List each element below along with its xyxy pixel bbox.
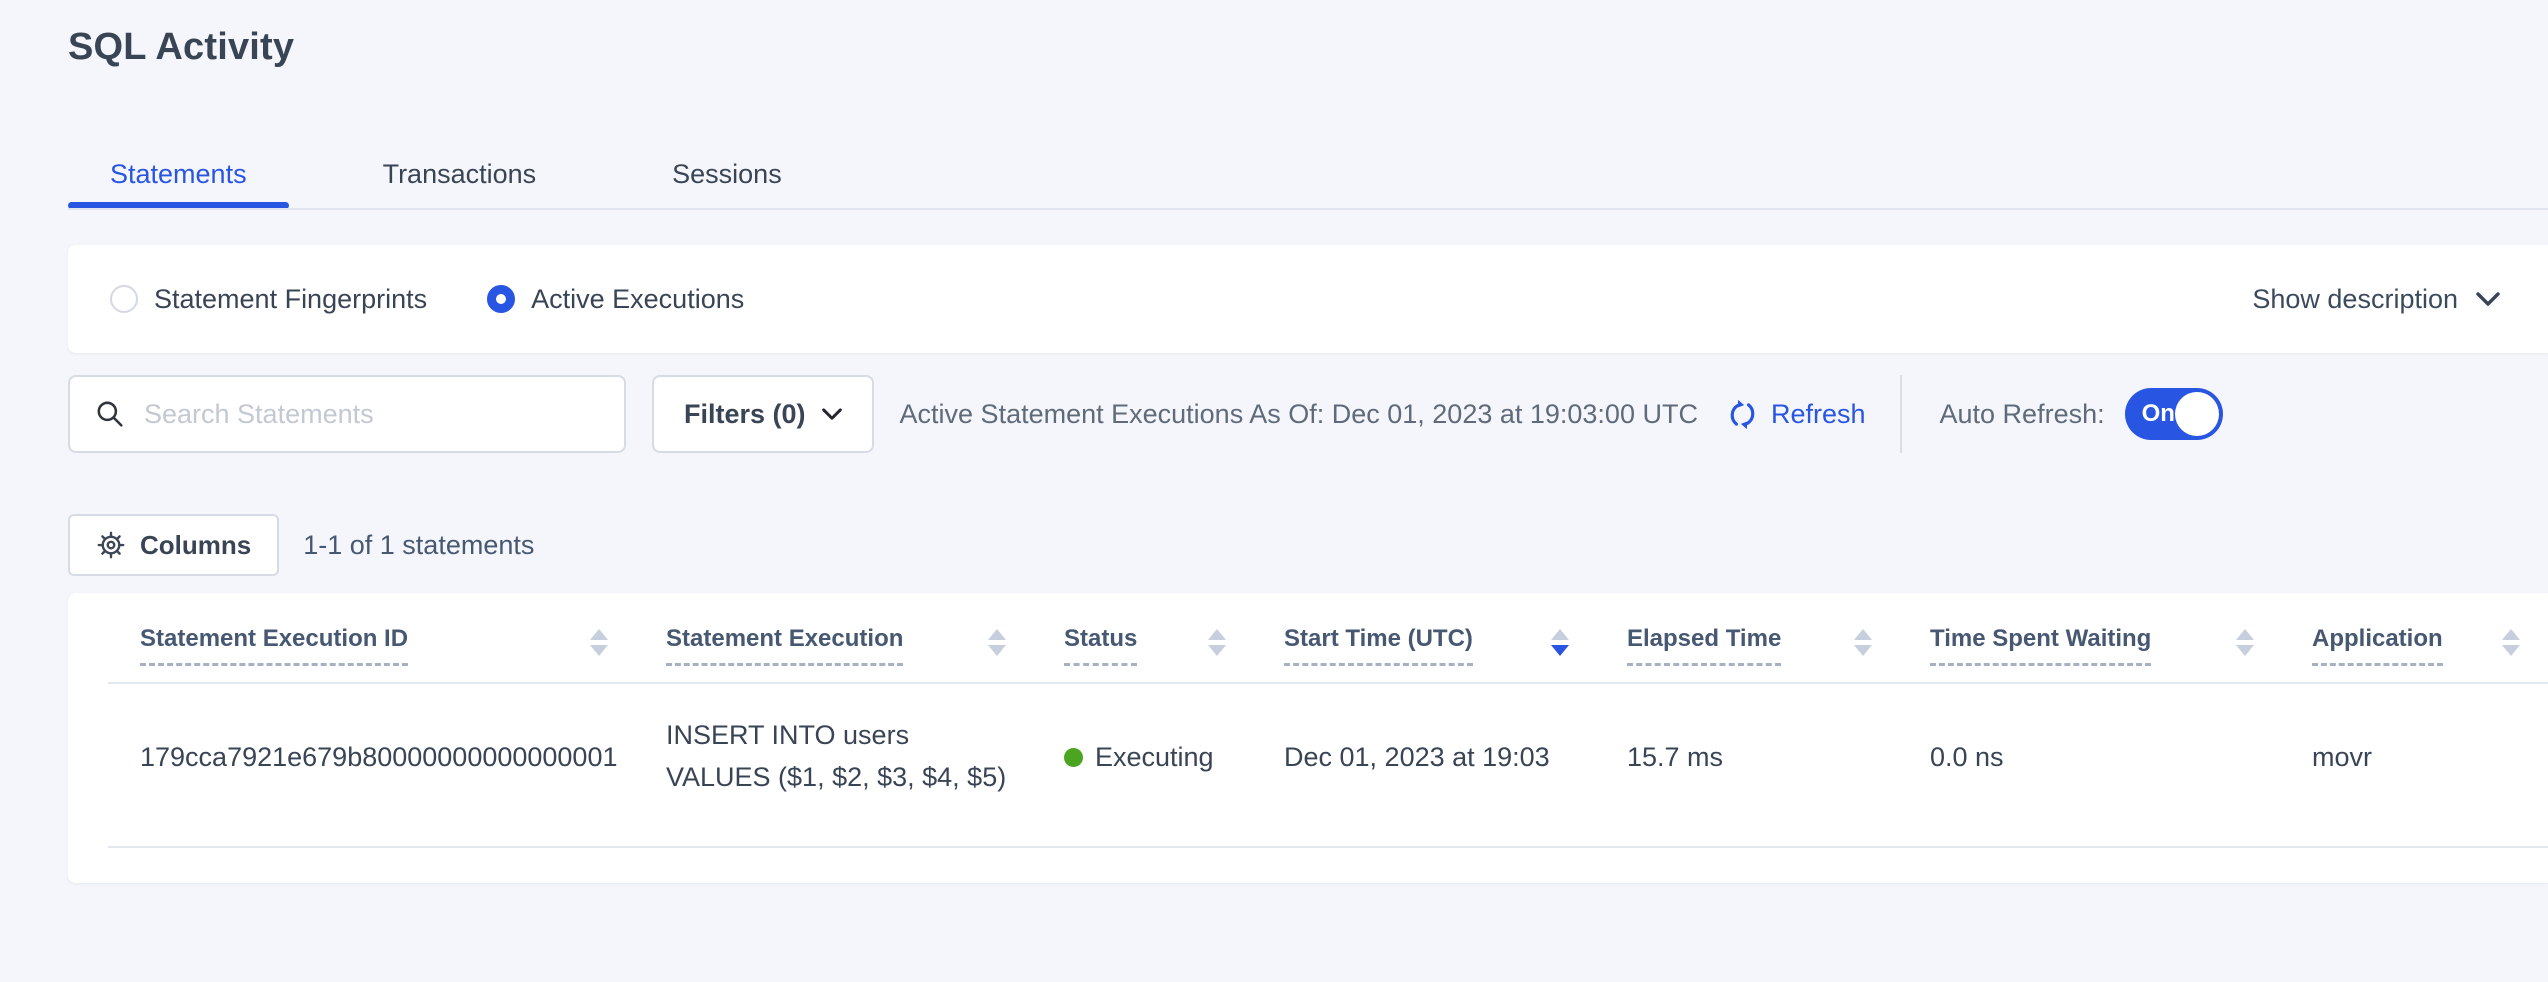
filters-label: Filters (0) [684, 399, 806, 430]
statement-text[interactable]: INSERT INTO users VALUES ($1, $2, $3, $4… [666, 715, 1011, 799]
cell-elapsed-time: 15.7 ms [1627, 742, 1930, 773]
radio-unselected-icon[interactable] [110, 285, 138, 313]
column-header-status[interactable]: Status [1064, 625, 1284, 666]
search-input[interactable] [144, 399, 600, 430]
controls-row: Filters (0) Active Statement Executions … [68, 375, 2548, 453]
as-of-timestamp: Active Statement Executions As Of: Dec 0… [900, 399, 1698, 430]
radio-label: Active Executions [531, 284, 744, 315]
radio-label: Statement Fingerprints [154, 284, 427, 315]
page-title: SQL Activity [68, 26, 294, 69]
sort-arrows-icon[interactable] [590, 629, 608, 656]
column-header-start-time[interactable]: Start Time (UTC) [1284, 625, 1627, 666]
column-label[interactable]: Start Time (UTC) [1284, 625, 1473, 666]
filters-button[interactable]: Filters (0) [652, 375, 874, 453]
radio-active-executions[interactable]: Active Executions [487, 284, 744, 315]
refresh-icon [1726, 398, 1759, 431]
sort-arrows-icon[interactable] [1208, 629, 1226, 656]
column-header-application[interactable]: Application [2312, 625, 2542, 666]
chevron-down-icon [2476, 292, 2500, 307]
cell-application: movr [2312, 742, 2542, 773]
radio-selected-icon[interactable] [487, 285, 515, 313]
chevron-down-icon [822, 408, 842, 421]
tab-sessions[interactable]: Sessions [630, 138, 824, 210]
row-divider [108, 846, 2548, 848]
statements-table: Statement Execution ID Statement Executi… [68, 593, 2548, 883]
auto-refresh-toggle[interactable]: On [2125, 388, 2223, 440]
show-description-button[interactable]: Show description [2252, 284, 2500, 315]
column-header-elapsed-time[interactable]: Elapsed Time [1627, 625, 1930, 666]
auto-refresh-label: Auto Refresh: [1940, 399, 2105, 430]
toggle-knob [2175, 392, 2219, 436]
column-header-time-spent-waiting[interactable]: Time Spent Waiting [1930, 625, 2312, 666]
cell-status: Executing [1064, 742, 1284, 773]
view-mode-card: Statement Fingerprints Active Executions… [68, 245, 2548, 353]
search-icon [94, 398, 126, 430]
sort-arrows-icon[interactable] [988, 629, 1006, 656]
radio-statement-fingerprints[interactable]: Statement Fingerprints [110, 284, 427, 315]
refresh-label: Refresh [1771, 399, 1866, 430]
column-header-statement-execution[interactable]: Statement Execution [666, 625, 1064, 666]
status-label: Executing [1095, 742, 1214, 773]
column-header-statement-execution-id[interactable]: Statement Execution ID [140, 625, 666, 666]
toggle-state-label: On [2142, 400, 2175, 428]
table-toolbar: Columns 1-1 of 1 statements [68, 514, 534, 576]
column-label[interactable]: Statement Execution [666, 625, 903, 666]
cell-start-time: Dec 01, 2023 at 19:03 [1284, 742, 1627, 773]
show-description-label: Show description [2252, 284, 2458, 315]
tab-divider [68, 208, 2548, 210]
sort-arrows-icon[interactable] [1854, 629, 1872, 656]
column-label[interactable]: Status [1064, 625, 1137, 666]
search-box[interactable] [68, 375, 626, 453]
executing-status-dot-icon [1064, 748, 1083, 767]
results-count: 1-1 of 1 statements [303, 530, 534, 561]
column-label[interactable]: Elapsed Time [1627, 625, 1781, 666]
tab-statements[interactable]: Statements [68, 138, 289, 210]
cell-statement[interactable]: INSERT INTO users VALUES ($1, $2, $3, $4… [666, 715, 1064, 799]
cell-time-spent-waiting: 0.0 ns [1930, 742, 2312, 773]
table-header-row: Statement Execution ID Statement Executi… [68, 593, 2548, 666]
sort-arrows-icon[interactable] [2502, 629, 2520, 656]
refresh-button[interactable]: Refresh [1726, 398, 1866, 431]
sort-arrows-icon-active-desc[interactable] [1551, 629, 1569, 656]
tab-transactions[interactable]: Transactions [341, 138, 579, 210]
view-mode-radio-group: Statement Fingerprints Active Executions [110, 284, 804, 315]
column-label[interactable]: Statement Execution ID [140, 625, 408, 666]
vertical-divider [1900, 375, 1902, 453]
table-row[interactable]: 179cca7921e679b80000000000000001 INSERT … [68, 684, 2548, 830]
cell-execution-id[interactable]: 179cca7921e679b80000000000000001 [140, 742, 666, 773]
tab-bar: Statements Transactions Sessions [68, 138, 824, 210]
sort-arrows-icon[interactable] [2236, 629, 2254, 656]
column-label[interactable]: Application [2312, 625, 2443, 666]
columns-button[interactable]: Columns [68, 514, 279, 576]
gear-icon [96, 530, 126, 560]
columns-label: Columns [140, 530, 251, 561]
column-label[interactable]: Time Spent Waiting [1930, 625, 2151, 666]
